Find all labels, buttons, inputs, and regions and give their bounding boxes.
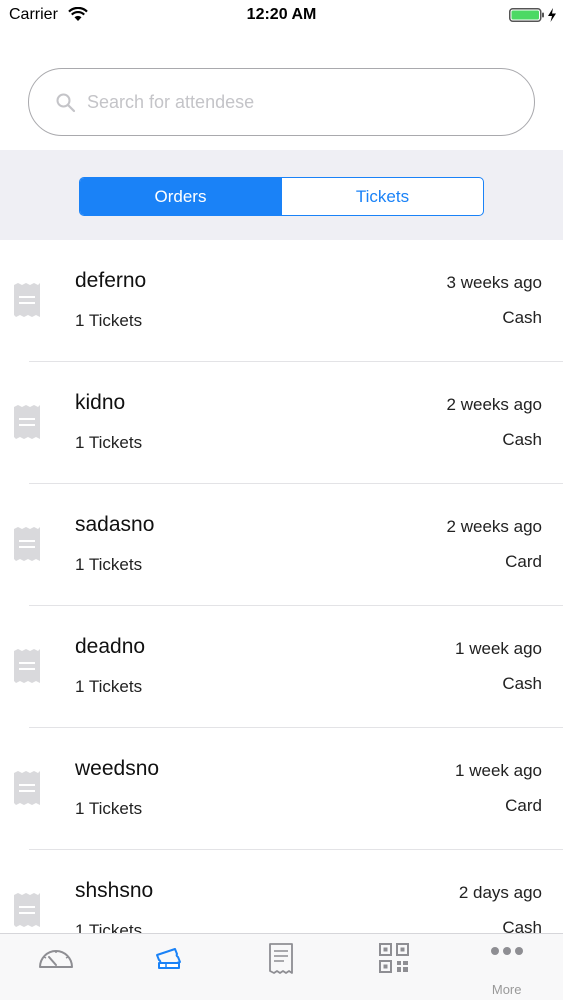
order-name: shshsno bbox=[75, 879, 154, 902]
tab-scan[interactable] bbox=[338, 934, 451, 1000]
order-ticket-count: 1 Tickets bbox=[75, 311, 143, 330]
search-input[interactable] bbox=[87, 83, 507, 121]
order-list: deferno 1 Tickets 3 weeks ago Cash kidno… bbox=[0, 240, 563, 933]
segment-tickets[interactable]: Tickets bbox=[281, 178, 483, 215]
order-name: sadasno bbox=[75, 513, 155, 536]
order-time: 1 week ago bbox=[455, 761, 542, 780]
order-time: 2 days ago bbox=[458, 883, 542, 902]
order-time: 1 week ago bbox=[455, 639, 542, 658]
order-ticket-count: 1 Tickets bbox=[75, 433, 143, 452]
order-ticket-count: 1 Tickets bbox=[75, 799, 143, 818]
qr-code-icon bbox=[379, 943, 410, 973]
tab-dashboard[interactable] bbox=[0, 934, 113, 1000]
segment-band: Orders Tickets bbox=[0, 150, 563, 240]
order-time: 2 weeks ago bbox=[446, 395, 542, 414]
more-dots-icon bbox=[490, 947, 523, 955]
segment-orders[interactable]: Orders bbox=[80, 178, 281, 215]
tab-orders[interactable] bbox=[225, 934, 338, 1000]
receipt-list-icon bbox=[269, 943, 294, 974]
search-icon bbox=[56, 93, 76, 113]
order-row[interactable]: deferno 1 Tickets 3 weeks ago Cash bbox=[0, 240, 563, 362]
orders-tickets-segmented-control: Orders Tickets bbox=[79, 177, 484, 216]
order-ticket-count: 1 Tickets bbox=[75, 555, 143, 574]
order-row[interactable]: sadasno 1 Tickets 2 weeks ago Card bbox=[0, 484, 563, 606]
receipt-icon bbox=[14, 649, 40, 683]
receipt-icon bbox=[14, 771, 40, 805]
order-row[interactable]: deadno 1 Tickets 1 week ago Cash bbox=[0, 606, 563, 728]
order-row[interactable]: kidno 1 Tickets 2 weeks ago Cash bbox=[0, 362, 563, 484]
receipt-icon bbox=[14, 283, 40, 317]
order-payment-method: Card bbox=[505, 796, 542, 815]
order-payment-method: Cash bbox=[502, 918, 542, 933]
order-payment-method: Card bbox=[505, 552, 542, 571]
search-bar[interactable] bbox=[28, 68, 535, 136]
order-name: deferno bbox=[75, 269, 147, 292]
order-payment-method: Cash bbox=[502, 308, 542, 327]
order-payment-method: Cash bbox=[502, 430, 542, 449]
order-time: 2 weeks ago bbox=[446, 517, 542, 536]
order-name: kidno bbox=[75, 391, 126, 414]
tickets-icon bbox=[155, 948, 181, 969]
order-ticket-count: 1 Tickets bbox=[75, 677, 143, 696]
tab-more[interactable]: More bbox=[450, 934, 563, 1000]
dashboard-gauge-icon bbox=[39, 950, 74, 968]
order-time: 3 weeks ago bbox=[446, 273, 542, 292]
order-payment-method: Cash bbox=[502, 674, 542, 693]
tab-tickets[interactable] bbox=[113, 934, 226, 1000]
order-name: deadno bbox=[75, 635, 146, 658]
tab-bar: More bbox=[0, 933, 563, 1000]
battery-charging-icon bbox=[509, 8, 556, 22]
order-row[interactable]: shshsno 1 Tickets 2 days ago Cash bbox=[0, 850, 563, 933]
receipt-icon bbox=[14, 405, 40, 439]
tab-more-label: More bbox=[491, 982, 522, 997]
receipt-icon bbox=[14, 893, 40, 927]
status-bar: Carrier 12:20 AM bbox=[0, 0, 563, 30]
receipt-icon bbox=[14, 527, 40, 561]
order-ticket-count: 1 Tickets bbox=[75, 921, 143, 933]
status-time: 12:20 AM bbox=[246, 6, 317, 23]
order-row[interactable]: weedsno 1 Tickets 1 week ago Card bbox=[0, 728, 563, 850]
order-name: weedsno bbox=[75, 757, 160, 780]
